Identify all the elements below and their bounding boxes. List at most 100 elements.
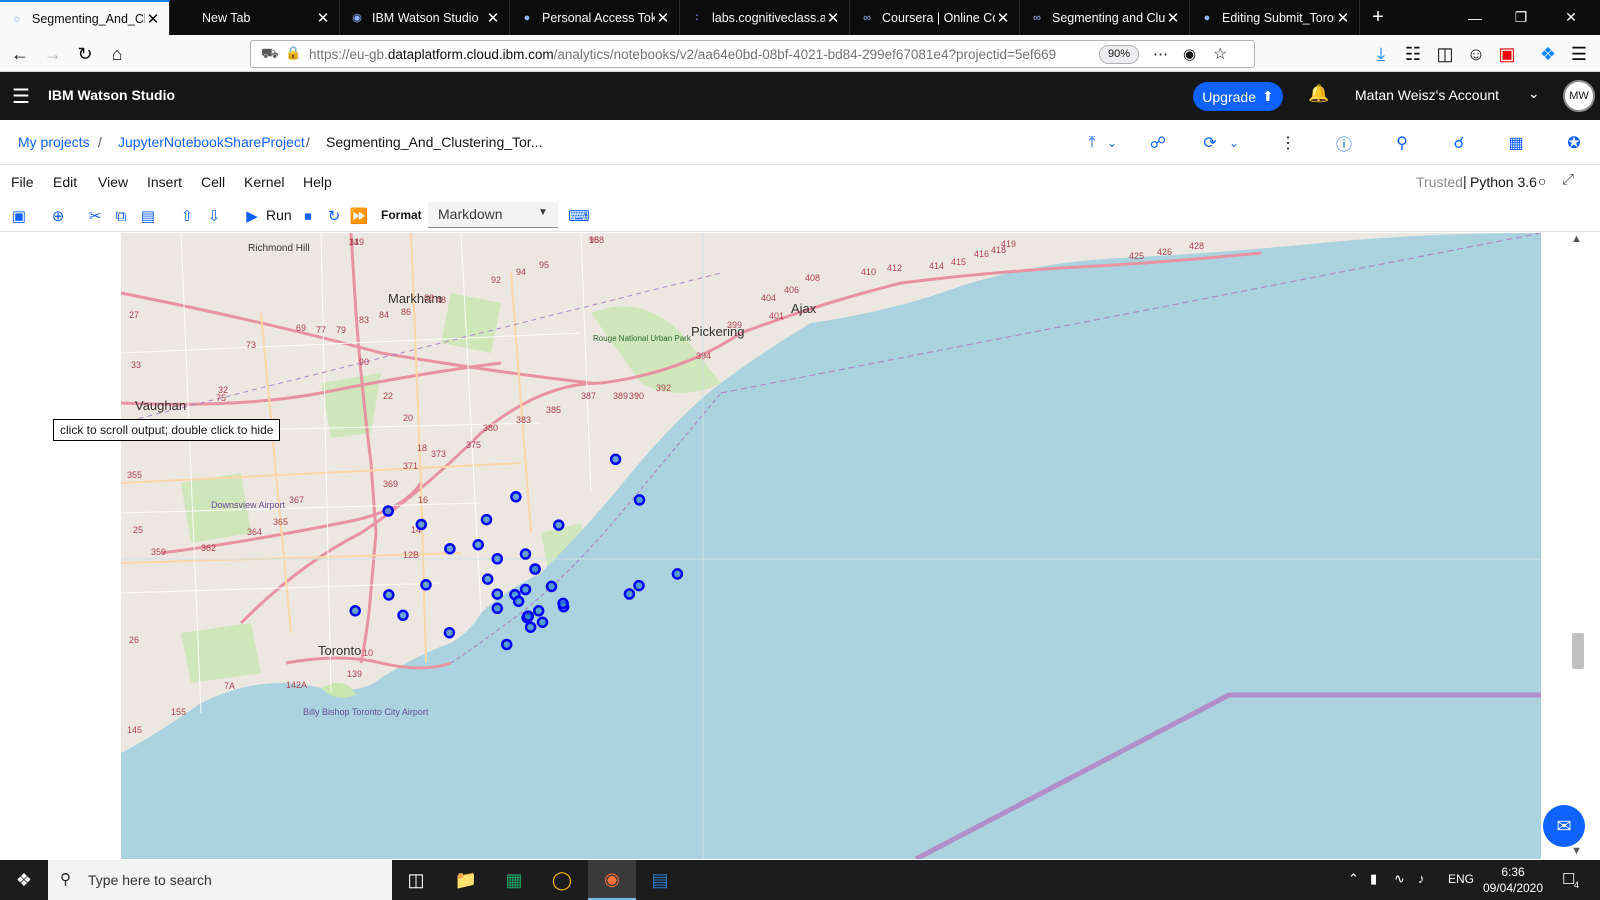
account-icon[interactable]: ☺	[1461, 39, 1491, 69]
volume-icon[interactable]: ♪	[1418, 871, 1425, 886]
run-all-icon[interactable]: ⏩	[348, 205, 370, 227]
menu-icon[interactable]: ☰	[1564, 39, 1594, 69]
scrollbar-thumb[interactable]	[1572, 633, 1584, 669]
neighborhood-marker[interactable]	[633, 579, 645, 592]
forward-icon[interactable]: →	[38, 39, 68, 69]
browser-tab[interactable]: ∶ labs.cognitiveclass.a ✕	[680, 0, 850, 35]
copy-icon[interactable]: ⧉	[110, 205, 132, 227]
pocket-save-icon[interactable]: ▣	[1492, 39, 1522, 69]
menu-cell[interactable]: Cell	[201, 174, 225, 190]
menu-edit[interactable]: Edit	[53, 174, 77, 190]
widgets-icon[interactable]: ▦	[1504, 131, 1528, 155]
download-icon[interactable]: ⤓	[1366, 39, 1396, 69]
close-tab-icon[interactable]: ✕	[485, 9, 501, 27]
neighborhood-marker[interactable]	[522, 610, 534, 622]
sidebar-icon[interactable]: ◫	[1430, 39, 1460, 69]
neighborhood-marker[interactable]	[415, 518, 428, 531]
chevron-down-icon[interactable]: ⌄	[1528, 85, 1540, 102]
pocket-icon[interactable]: ◉	[1183, 45, 1196, 63]
app-brand[interactable]: IBM Watson Studio	[48, 87, 175, 103]
browser-tab[interactable]: ● Personal Access Toke ✕	[510, 0, 680, 35]
back-icon[interactable]: ←	[5, 39, 35, 69]
neighborhood-marker[interactable]	[519, 548, 532, 560]
windows-start-icon[interactable]: ❖	[0, 860, 48, 900]
reload-icon[interactable]: ↻	[70, 39, 100, 69]
menu-file[interactable]: File	[11, 174, 34, 190]
neighborhood-marker[interactable]	[491, 602, 504, 615]
close-tab-icon[interactable]: ✕	[1165, 9, 1181, 27]
close-tab-icon[interactable]: ✕	[315, 9, 331, 27]
neighborhood-marker[interactable]	[536, 616, 549, 628]
neighborhood-marker[interactable]	[510, 491, 522, 503]
stop-icon[interactable]: ⏹	[297, 205, 319, 227]
firefox-icon[interactable]: ◉	[588, 860, 636, 900]
menu-help[interactable]: Help	[303, 174, 332, 190]
neighborhood-marker[interactable]	[349, 605, 361, 617]
save-icon[interactable]: ▣	[8, 205, 30, 227]
neighborhood-marker[interactable]	[500, 638, 513, 651]
neighborhood-marker[interactable]	[491, 553, 504, 565]
show-hidden-icons-icon[interactable]: ⌃	[1348, 871, 1359, 887]
breadcrumb-my-projects[interactable]: My projects	[18, 134, 90, 150]
neighborhood-marker[interactable]	[397, 609, 409, 622]
more-icon[interactable]: ⋯	[1153, 45, 1168, 63]
breadcrumb-project[interactable]: JupyterNotebookShareProject	[118, 134, 305, 150]
scroll-down-icon[interactable]: ▼	[1571, 845, 1582, 857]
neighborhood-marker[interactable]	[512, 595, 525, 608]
notification-bell-icon[interactable]: 🔔	[1308, 84, 1329, 104]
move-down-icon[interactable]: ⇩	[203, 205, 225, 227]
browser-tab[interactable]: ☼ Segmenting_And_Clu ✕	[0, 0, 170, 35]
info-icon[interactable]: ⓘ	[1332, 131, 1356, 155]
neighborhood-marker[interactable]	[420, 579, 432, 591]
neighborhood-marker[interactable]	[529, 563, 541, 575]
neighborhood-marker[interactable]	[545, 580, 558, 593]
neighborhood-marker[interactable]	[382, 505, 394, 517]
neighborhood-marker[interactable]	[671, 568, 684, 580]
neighborhood-marker[interactable]	[633, 494, 646, 506]
home-icon[interactable]: ⌂	[102, 39, 132, 69]
neighborhood-marker[interactable]	[609, 453, 622, 466]
minimize-icon[interactable]: —	[1452, 0, 1498, 35]
zoom-level[interactable]: 90%	[1099, 45, 1140, 64]
restart-icon[interactable]: ↻	[323, 205, 345, 227]
new-tab-icon[interactable]: +	[1360, 0, 1396, 35]
extensions-icon[interactable]: ❖	[1533, 39, 1563, 69]
neighborhood-marker[interactable]	[623, 588, 636, 600]
browser-tab[interactable]: ● Editing Submit_Toron ✕	[1190, 0, 1360, 35]
chevron-down-icon[interactable]: ⌄	[1222, 131, 1246, 155]
scroll-up-icon[interactable]: ▲	[1571, 233, 1582, 245]
paste-icon[interactable]: ▤	[137, 205, 159, 227]
chat-icon[interactable]: ✉	[1543, 805, 1585, 847]
bookmark-star-icon[interactable]: ☆	[1213, 44, 1227, 64]
trusted-indicator[interactable]: Trusted	[1416, 174, 1463, 190]
avatar[interactable]: MW	[1563, 80, 1595, 112]
chrome-icon[interactable]: ◯	[538, 860, 586, 900]
battery-icon[interactable]: ▮	[1370, 871, 1377, 887]
share-icon[interactable]: ☍	[1146, 131, 1170, 155]
word-icon[interactable]: ▤	[636, 860, 684, 900]
system-clock[interactable]: 6:36 09/04/2020	[1478, 864, 1548, 896]
format-select[interactable]: Markdown ▼	[428, 202, 558, 228]
expand-icon[interactable]: ⤢	[1562, 171, 1574, 188]
kernel-name[interactable]: Python 3.6	[1470, 174, 1537, 190]
close-tab-icon[interactable]: ✕	[995, 9, 1011, 27]
menu-view[interactable]: View	[98, 174, 128, 190]
run-icon[interactable]: ▶	[241, 205, 263, 227]
search-assets-icon[interactable]: ☌	[1447, 131, 1471, 155]
add-cell-icon[interactable]: ⊕	[47, 205, 69, 227]
neighborhood-marker[interactable]	[480, 513, 493, 526]
browser-tab[interactable]: ∞ Coursera | Online Co ✕	[850, 0, 1020, 35]
neighborhood-marker[interactable]	[532, 605, 545, 617]
move-up-icon[interactable]: ⇧	[176, 205, 198, 227]
neighborhood-marker[interactable]	[383, 589, 395, 601]
keyboard-icon[interactable]: ⌨	[568, 205, 590, 227]
close-tab-icon[interactable]: ✕	[825, 9, 841, 27]
find-data-icon[interactable]: ⚲	[1390, 131, 1414, 155]
close-window-icon[interactable]: ✕	[1548, 0, 1594, 35]
excel-icon[interactable]: ▦	[490, 860, 538, 900]
account-switcher[interactable]: Matan Weisz's Account	[1355, 87, 1499, 103]
folium-map[interactable]: Richmond Hill Markham Pickering Ajax Vau…	[121, 233, 1541, 859]
browser-tab[interactable]: New Tab ✕	[170, 0, 340, 35]
restore-icon[interactable]: ❐	[1498, 0, 1544, 35]
upgrade-button[interactable]: Upgrade ⬆	[1193, 82, 1283, 111]
